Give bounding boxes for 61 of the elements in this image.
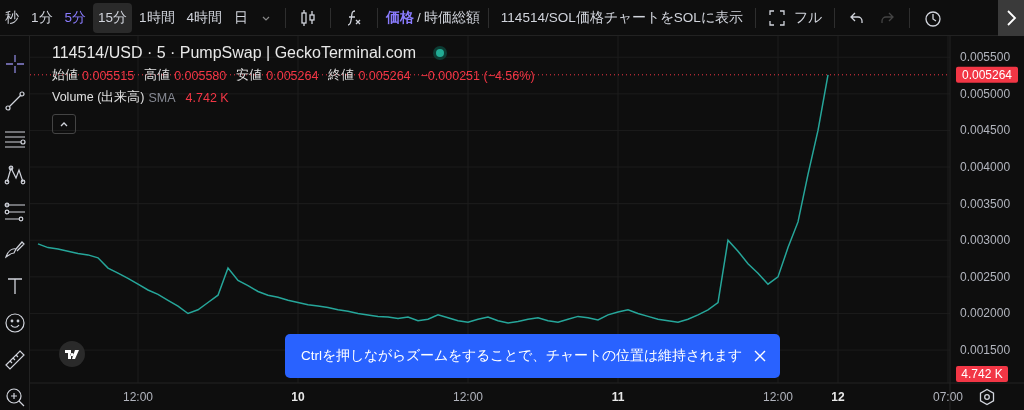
time-tick-label: 12: [831, 390, 845, 404]
interval-button[interactable]: 秒: [0, 2, 24, 33]
chevron-right-icon: [1005, 9, 1017, 27]
ohlc-label: 高値: [144, 67, 171, 84]
scroll-right-button[interactable]: [998, 0, 1024, 36]
time-tick-label: 11: [611, 390, 625, 404]
logo-icon[interactable]: [59, 341, 85, 367]
last-price-badge: 0.005264: [956, 66, 1018, 83]
chevron-up-icon: [59, 120, 69, 128]
ohlc-value: 0.005515: [82, 68, 135, 83]
projection-icon[interactable]: [3, 201, 26, 223]
price-tick-label: 0.002500: [960, 269, 1011, 284]
price-tick-label: 0.003000: [960, 233, 1011, 248]
value-toggle[interactable]: 価格: [386, 8, 415, 27]
collapse-button[interactable]: [52, 114, 76, 134]
ohlc-label: 終値: [328, 67, 355, 84]
volume-label: Volume (出来高): [52, 89, 145, 106]
volume-badge: 4.742 K: [956, 366, 1008, 382]
study-label: SMA: [148, 90, 176, 105]
smiley-icon[interactable]: [3, 312, 26, 334]
time-tick-label: 12:00: [763, 390, 793, 404]
pattern-icon[interactable]: [3, 164, 26, 186]
interval-button[interactable]: 4時間: [181, 2, 228, 33]
toggle-separator: /: [417, 10, 421, 25]
volume-value: 4.742 K: [185, 90, 229, 105]
ohlc-value: 0.005580: [174, 68, 227, 83]
ohlc-value: 0.005264: [358, 68, 411, 83]
fullscreen-button[interactable]: フル: [763, 4, 826, 31]
time-tick-label: 07:00: [933, 390, 963, 404]
interval-button[interactable]: 1時間: [134, 2, 180, 33]
trend-line-icon[interactable]: [3, 90, 26, 112]
interval-button[interactable]: 日: [229, 2, 254, 33]
chart-title: 114514/USD · 5 · PumpSwap | GeckoTerminal.com: [52, 44, 416, 62]
ohlc-label: 安値: [236, 67, 263, 84]
price-tick-label: 0.001500: [960, 343, 1011, 358]
sol-chart-link[interactable]: 114514/SOL価格チャートをSOLに表示: [496, 4, 747, 31]
price-tick-label: 0.003500: [960, 196, 1011, 211]
settings-icon[interactable]: [979, 388, 995, 406]
price-tick-label: 0.005000: [960, 86, 1011, 101]
zoom-in-icon[interactable]: [3, 386, 26, 408]
time-tick-label: 12:00: [123, 390, 153, 404]
close-icon: [754, 350, 766, 362]
time-tick-label: 10: [291, 390, 305, 404]
price-tick-label: 0.005500: [960, 50, 1011, 65]
time-tick-label: 12:00: [453, 390, 483, 404]
price-tick-label: 0.004000: [960, 160, 1011, 175]
fullscreen-icon: [767, 8, 786, 27]
value-toggle[interactable]: 時価総額: [423, 8, 480, 27]
ruler-icon[interactable]: [3, 349, 26, 371]
crosshair-icon[interactable]: [3, 53, 26, 75]
close-button[interactable]: [754, 350, 766, 362]
price-change: −0.000251 (−4.56%): [420, 68, 535, 83]
price-tick-label: 0.002000: [960, 306, 1011, 321]
ohlc-value: 0.005264: [266, 68, 319, 83]
interval-button[interactable]: 15分: [93, 2, 133, 33]
interval-button[interactable]: 5分: [59, 2, 92, 33]
price-tick-label: 0.004500: [960, 123, 1011, 138]
ohlc-label: 始値: [52, 67, 78, 84]
toast-message: Ctrlを押しながらズームをすることで、チャートの位置は維持されます: [301, 347, 742, 365]
interval-button[interactable]: 1分: [26, 2, 58, 33]
candles-icon[interactable]: [299, 7, 318, 28]
